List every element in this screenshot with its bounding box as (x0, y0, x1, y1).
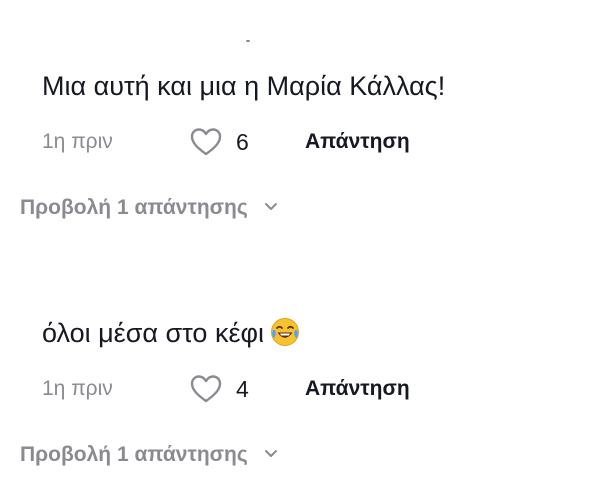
view-replies-button[interactable]: Προβολή 1 απάντησης (20, 443, 278, 467)
reply-button[interactable]: Απάντηση (305, 130, 410, 154)
comment-timestamp: 1η πριν (42, 377, 113, 400)
chevron-down-icon (264, 450, 277, 457)
comment-meta: 1η πριν 6 Απάντηση (42, 122, 542, 162)
heart-outline-icon (190, 128, 222, 156)
view-replies-label: Προβολή 1 απάντησης (20, 196, 248, 219)
scroll-indicator (246, 40, 250, 42)
view-replies-button[interactable]: Προβολή 1 απάντησης (20, 196, 278, 220)
view-replies-label: Προβολή 1 απάντησης (20, 443, 248, 466)
comment-text: Μια αυτή και μια η Μαρία Κάλλας! (42, 71, 446, 101)
like-button[interactable]: 6 (190, 125, 270, 159)
like-button[interactable]: 4 (190, 372, 270, 406)
chevron-down-icon (264, 203, 277, 210)
comment-meta: 1η πριν 4 Απάντηση (42, 369, 542, 409)
like-count: 6 (236, 129, 249, 155)
face-with-tears-of-joy-icon (271, 318, 299, 346)
comment-timestamp: 1η πριν (42, 130, 113, 153)
reply-button[interactable]: Απάντηση (305, 377, 410, 401)
heart-outline-icon (190, 375, 222, 403)
like-count: 4 (236, 376, 249, 402)
comment-text: όλοι μέσα στο κέφι (42, 311, 300, 355)
